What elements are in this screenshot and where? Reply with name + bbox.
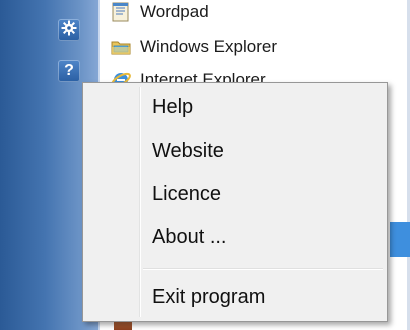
selected-item-highlight <box>390 222 410 257</box>
help-icon: ? <box>64 62 74 79</box>
menu-item-label: About ... <box>152 225 227 248</box>
menu-item-website[interactable]: Website <box>86 133 384 169</box>
menu-item-label: Licence <box>152 182 221 205</box>
list-item-label: Wordpad <box>140 2 209 21</box>
menu-item-about[interactable]: About ... <box>86 219 384 255</box>
menu-separator <box>143 268 383 269</box>
folder-icon <box>110 36 132 58</box>
menu-item-help[interactable]: Help <box>86 89 384 125</box>
list-item-wordpad[interactable]: Wordpad <box>110 0 209 24</box>
context-menu: Help Website Licence About ... Exit prog… <box>82 82 388 322</box>
help-button[interactable]: ? <box>58 60 80 82</box>
wordpad-icon <box>110 1 132 23</box>
list-item-label: Windows Explorer <box>140 37 277 56</box>
menu-item-licence[interactable]: Licence <box>86 176 384 212</box>
menu-item-label: Exit program <box>152 285 266 308</box>
menu-item-exit-program[interactable]: Exit program <box>86 279 384 315</box>
list-item-windows-explorer[interactable]: Windows Explorer <box>110 35 277 59</box>
menu-item-label: Help <box>152 95 194 118</box>
settings-button[interactable] <box>58 19 80 41</box>
menu-item-label: Website <box>152 139 224 162</box>
gear-icon <box>61 20 77 41</box>
